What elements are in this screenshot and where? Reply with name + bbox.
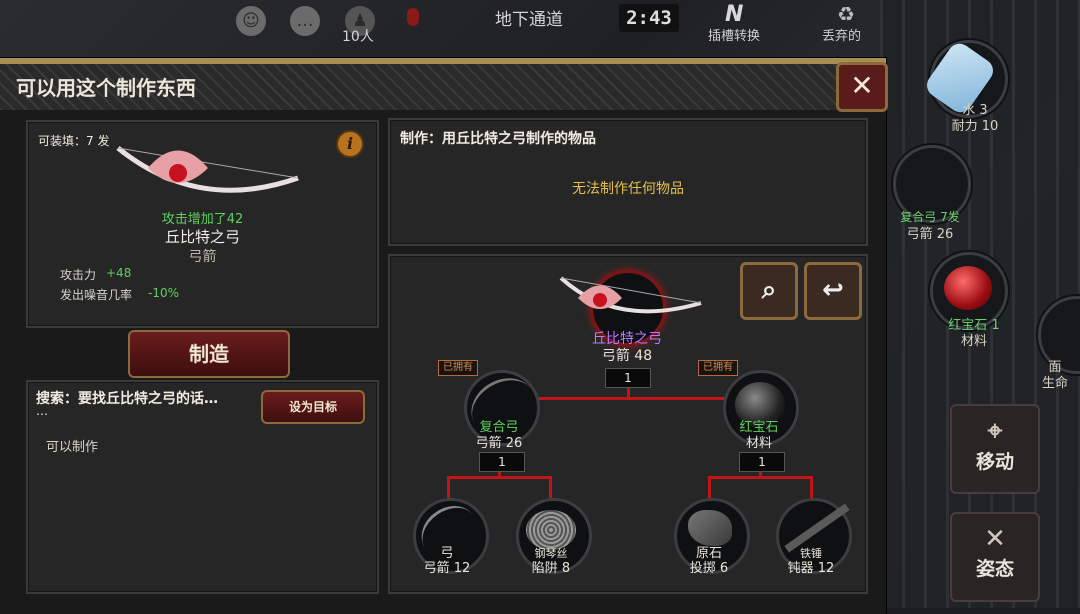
tree-line [447,476,450,498]
hammer-detail: 钝器 12 [787,561,835,576]
craft-button[interactable]: 制造 [128,330,290,378]
craft-with-title: 制作：用丘比特之弓制作的物品 [400,131,596,147]
loaded-count: 可装填：7 发 [38,134,110,148]
root-detail: 弓箭 48 [601,348,653,364]
tree-line [810,476,813,498]
slot-swap-icon[interactable]: N [725,2,743,27]
piano-wire-icon [526,510,576,550]
item-type: 弓箭 [188,249,217,265]
item-card: 可装填：7 发 i 攻击增加了42 丘比特之弓 弓箭 攻击力 +48 发出噪音几… [26,120,379,328]
craft-with-empty: 无法制作任何物品 [572,181,684,197]
stance-label: 姿态 [975,558,1014,580]
inventory-water-name: 水 3 [962,103,988,118]
inventory-bow-detail: 弓箭 26 [906,227,954,242]
ruby-name: 红宝石 [739,420,779,435]
owned-badge: 已拥有 [698,360,738,376]
root-name: 丘比特之弓 [592,331,662,347]
top-status-bar: ☺ … ♟ 10人 地下通道 [200,0,900,46]
inventory-ruby-detail: 材料 [960,334,987,349]
root-qty: 1 [605,368,651,388]
tree-line [537,397,735,400]
compound-bow-detail: 弓箭 26 [475,436,523,451]
stat-label-noise: 发出噪音几率 [60,288,133,302]
move-label: 移动 [975,451,1014,473]
panel-title: 可以用这个制作东西 [16,76,196,100]
back-button[interactable]: ↩ [804,262,862,320]
stat-value-attack: +48 [106,266,132,280]
inventory-bow-name: 复合弓 7发 [900,210,960,224]
bow-name: 弓 [440,546,454,561]
slot-swap-label[interactable]: 插槽转换 [708,25,760,44]
map-pin-icon: ⌖ [987,416,1003,446]
stance-button[interactable]: ✕ 姿态 [950,512,1040,602]
discard-label[interactable]: 丢弃的 [822,25,861,44]
record-indicator-icon [407,8,419,26]
search-ellipsis: … [36,404,48,418]
piano-wire-name: 钢琴丝 [534,547,568,560]
crossed-swords-icon: ✕ [984,524,1006,554]
attack-bonus: 攻击增加了42 [161,212,244,227]
ruby-icon [944,266,992,310]
search-label: 搜索：要找丘比特之弓的话… [36,391,218,407]
tree-line [549,476,552,498]
stat-value-noise: -10% [148,286,180,300]
bow-detail: 弓箭 12 [423,561,471,576]
chat-icon[interactable]: … [290,6,320,36]
item-name: 丘比特之弓 [164,228,240,246]
hammer-name: 铁锤 [800,547,822,560]
ruby-detail: 材料 [745,436,772,451]
compound-bow-qty: 1 [479,452,525,472]
inventory-water-detail: 耐力 10 [951,119,999,134]
stat-label-attack: 攻击力 [60,268,97,282]
set-goal-button[interactable]: 设为目标 [261,390,365,424]
recycle-icon[interactable]: ♻ [837,2,855,26]
info-icon[interactable]: i [336,130,364,158]
cupid-bow-icon [559,276,702,314]
return-arrow-icon: ↩ [822,275,844,305]
stone-detail: 投掷 6 [689,561,729,576]
stone-icon [688,510,732,546]
search-recipe-button[interactable]: ⌕ [740,262,798,320]
game-clock: 2:43 [619,4,679,32]
search-panel: 搜索：要找丘比特之弓的话… … 设为目标 可以制作 [26,380,379,594]
close-button[interactable]: ✕ [836,62,888,112]
emoji-icon[interactable]: ☺ [236,6,266,36]
compound-bow-name: 复合弓 [479,420,519,435]
search-result: 可以制作 [46,440,99,455]
inventory-bread-name: 面 [1048,360,1062,375]
move-button[interactable]: ⌖ 移动 [950,404,1040,494]
ruby-qty: 1 [739,452,785,472]
craft-with-panel: 制作：用丘比特之弓制作的物品 无法制作任何物品 [388,118,868,246]
inventory-bread-detail: 生命 [1041,376,1068,391]
piano-wire-detail: 陷阱 8 [531,561,571,576]
location-name: 地下通道 [495,10,563,30]
owned-badge: 已拥有 [438,360,478,376]
tree-line [708,476,711,498]
inventory-ruby-name: 红宝石 1 [948,318,1000,333]
magnifier-icon: ⌕ [761,275,777,305]
player-count: 10人 [342,29,374,45]
stone-name: 原石 [695,546,722,561]
